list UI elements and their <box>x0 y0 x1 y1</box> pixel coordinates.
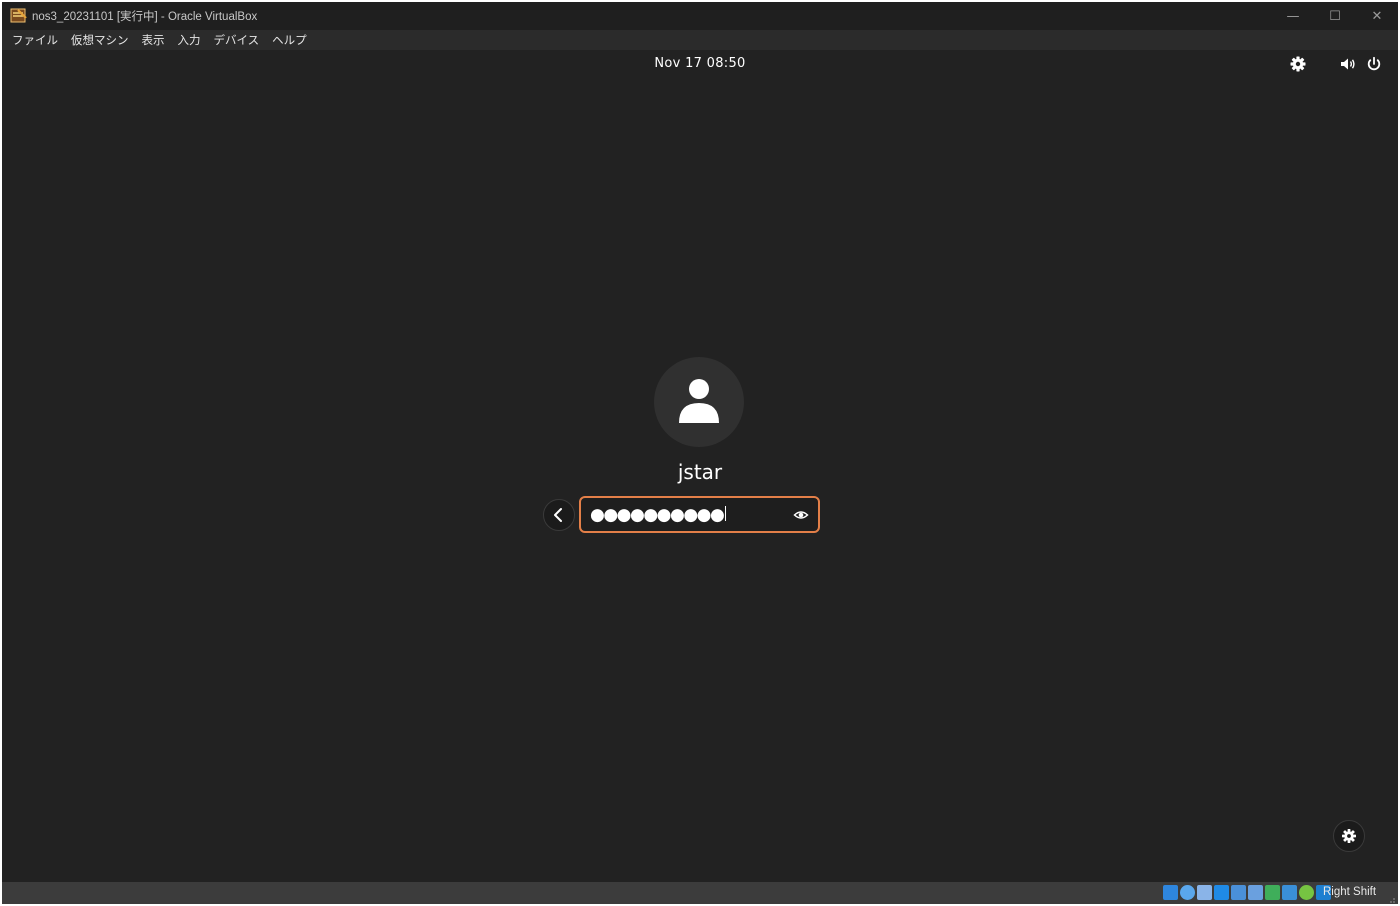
window-controls: — ☐ ✕ <box>1272 2 1398 30</box>
password-input[interactable]: ●●●●●●●●●● <box>579 496 820 533</box>
menu-bar: ファイル 仮想マシン 表示 入力 デバイス ヘルプ <box>2 30 1398 50</box>
guest-login-screen[interactable]: Nov 17 08:50 jstar ●●●●●●●●●● <box>2 50 1398 882</box>
menu-view[interactable]: 表示 <box>142 32 165 48</box>
window-title: nos3_20231101 [実行中] - Oracle VirtualBox <box>32 11 258 23</box>
resize-grip-icon[interactable] <box>1386 892 1396 903</box>
settings-gear-icon[interactable] <box>1288 54 1308 74</box>
menu-input[interactable]: 入力 <box>178 32 201 48</box>
eye-icon[interactable] <box>793 507 809 523</box>
virtualbox-app-icon <box>10 7 28 25</box>
close-button[interactable]: ✕ <box>1356 2 1398 30</box>
mouse-integration-icon[interactable] <box>1299 885 1314 900</box>
username: jstar <box>677 460 723 484</box>
menu-file[interactable]: ファイル <box>12 32 58 48</box>
optical-drive-icon[interactable] <box>1180 885 1195 900</box>
maximize-button[interactable]: ☐ <box>1314 2 1356 30</box>
usb-icon[interactable] <box>1214 885 1229 900</box>
recording-icon[interactable] <box>1265 885 1280 900</box>
menu-devices[interactable]: デバイス <box>214 32 260 48</box>
accessibility-button[interactable] <box>1333 820 1365 852</box>
hard-disk-icon[interactable] <box>1163 885 1178 900</box>
minimize-button[interactable]: — <box>1272 2 1314 30</box>
shared-folder-icon[interactable] <box>1231 885 1246 900</box>
back-button[interactable] <box>543 499 575 531</box>
text-caret <box>725 506 727 521</box>
menu-machine[interactable]: 仮想マシン <box>71 32 129 48</box>
status-icons <box>1163 885 1331 900</box>
status-bar: Right Shift <box>2 882 1398 904</box>
network-icon[interactable] <box>1197 885 1212 900</box>
accessibility-gear-icon <box>1342 829 1356 843</box>
clock[interactable]: Nov 17 08:50 <box>2 56 1398 71</box>
menu-help[interactable]: ヘルプ <box>272 32 307 48</box>
title-bar[interactable]: nos3_20231101 [実行中] - Oracle VirtualBox … <box>2 2 1398 30</box>
virtualbox-window: nos3_20231101 [実行中] - Oracle VirtualBox … <box>2 2 1398 904</box>
cpu-icon[interactable] <box>1282 885 1297 900</box>
chevron-left-icon <box>554 508 562 522</box>
user-silhouette-icon <box>679 379 719 423</box>
display-icon[interactable] <box>1248 885 1263 900</box>
avatar <box>654 357 744 447</box>
password-masked-value: ●●●●●●●●●● <box>590 505 725 525</box>
volume-icon[interactable] <box>1338 54 1358 74</box>
power-icon[interactable] <box>1364 54 1384 74</box>
host-key-label: Right Shift <box>1323 886 1377 898</box>
